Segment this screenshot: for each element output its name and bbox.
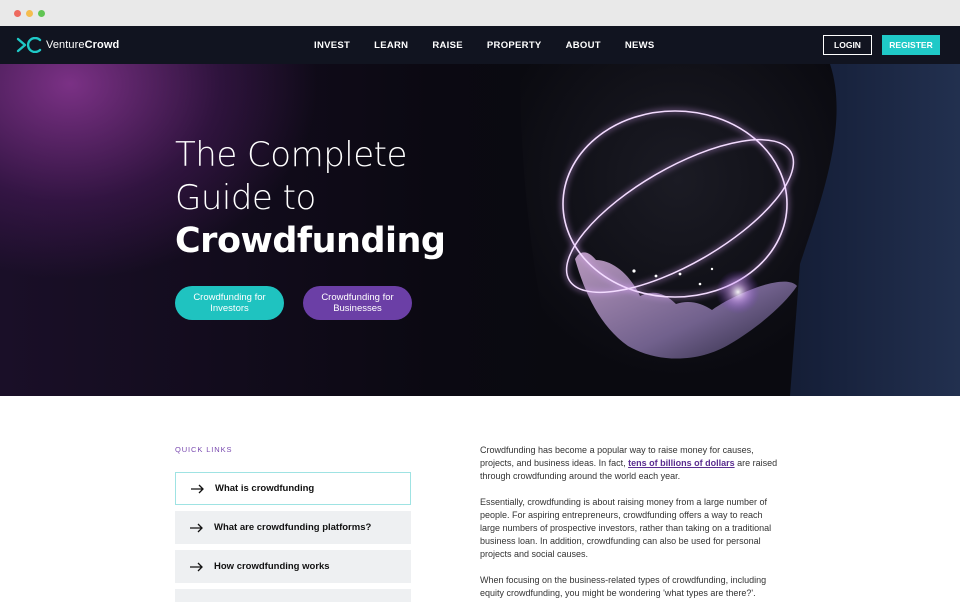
quick-links-label: QUICK LINKS bbox=[175, 445, 233, 454]
nav-invest[interactable]: INVEST bbox=[314, 40, 350, 51]
quick-link-label: What is crowdfunding bbox=[215, 483, 315, 494]
crowdfunding-for-investors-button[interactable]: Crowdfunding for Investors bbox=[175, 286, 284, 320]
content-paragraph-3: When focusing on the business-related ty… bbox=[480, 575, 767, 598]
browser-titlebar bbox=[0, 0, 960, 26]
quick-link-how-crowdfunding-works[interactable]: How crowdfunding works bbox=[175, 550, 411, 583]
content-paragraph-1: Crowdfunding has become a popular way to… bbox=[480, 445, 778, 481]
hero-heading-line-2: Guide to bbox=[175, 178, 316, 218]
quick-link-crowdfunding-platforms[interactable]: What are crowdfunding platforms? bbox=[175, 511, 411, 544]
hero-heading: The Complete Guide to Crowdfunding bbox=[175, 134, 446, 263]
nav-raise[interactable]: RAISE bbox=[432, 40, 463, 51]
arrow-right-icon bbox=[191, 484, 204, 493]
window-maximize-dot[interactable] bbox=[38, 10, 45, 17]
brand-name: VentureCrowd bbox=[46, 39, 120, 51]
nav-news[interactable]: NEWS bbox=[625, 40, 655, 51]
crowdfunding-for-businesses-button[interactable]: Crowdfunding for Businesses bbox=[303, 286, 412, 320]
nav-property[interactable]: PROPERTY bbox=[487, 40, 542, 51]
window-minimize-dot[interactable] bbox=[26, 10, 33, 17]
top-navigation: VentureCrowd INVEST LEARN RAISE PROPERTY… bbox=[0, 26, 960, 64]
arrow-right-icon bbox=[190, 523, 203, 532]
button-label: Crowdfunding for Businesses bbox=[321, 292, 394, 314]
arrow-right-icon bbox=[190, 562, 203, 571]
window-close-dot[interactable] bbox=[14, 10, 21, 17]
quick-link-label: What are crowdfunding platforms? bbox=[214, 522, 372, 533]
nav-learn[interactable]: LEARN bbox=[374, 40, 408, 51]
brand-logo[interactable]: VentureCrowd bbox=[16, 37, 119, 53]
hero-banner: The Complete Guide to Crowdfunding Crowd… bbox=[0, 64, 960, 396]
logo-mark-icon bbox=[16, 37, 42, 53]
tens-of-billions-link[interactable]: tens of billions of dollars bbox=[628, 458, 735, 468]
content-paragraph-2: Essentially, crowdfunding is about raisi… bbox=[480, 497, 772, 559]
hero-heading-line-3: Crowdfunding bbox=[175, 221, 446, 261]
button-label: Crowdfunding for Investors bbox=[193, 292, 266, 314]
hero-heading-line-1: The Complete bbox=[175, 135, 407, 175]
page: VentureCrowd INVEST LEARN RAISE PROPERTY… bbox=[0, 26, 960, 602]
quick-link-next[interactable] bbox=[175, 589, 411, 602]
register-button[interactable]: REGISTER bbox=[882, 35, 940, 55]
login-button[interactable]: LOGIN bbox=[823, 35, 872, 55]
quick-link-label: How crowdfunding works bbox=[214, 561, 330, 572]
main-menu: INVEST LEARN RAISE PROPERTY ABOUT NEWS bbox=[314, 26, 679, 64]
quick-link-what-is-crowdfunding[interactable]: What is crowdfunding bbox=[175, 472, 411, 505]
nav-about[interactable]: ABOUT bbox=[566, 40, 601, 51]
hero-hand-orb-illustration bbox=[520, 64, 837, 396]
